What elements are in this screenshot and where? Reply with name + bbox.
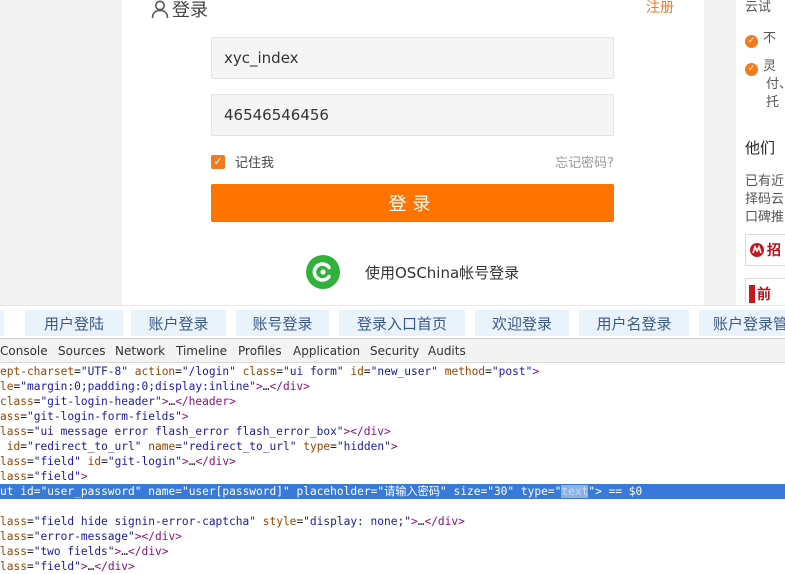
right-panel-para-line-1: 已有近 bbox=[745, 174, 785, 189]
login-title-text: 登录 bbox=[172, 0, 208, 21]
bank-logo-icon bbox=[750, 243, 764, 257]
keyword-tag[interactable]: 用户登陆 bbox=[25, 310, 123, 336]
code-line[interactable]: ept-charset="UTF-8" action="/login" clas… bbox=[0, 364, 785, 379]
code-line[interactable]: lass="field hide signin-error-captcha" s… bbox=[0, 514, 785, 529]
oschina-login-label: 使用OSChina帐号登录 bbox=[365, 263, 520, 282]
tab-profiles[interactable]: Profiles bbox=[238, 344, 282, 358]
keyword-tag[interactable]: 账户登录 bbox=[131, 310, 226, 336]
remember-me[interactable]: ✓ 记住我 bbox=[211, 152, 274, 171]
devtools-tab-bar: Console Sources Network Timeline Profile… bbox=[0, 339, 785, 363]
keyword-tag[interactable]: 账户登录管 bbox=[699, 310, 785, 336]
tab-console[interactable]: Console bbox=[0, 344, 48, 358]
register-link[interactable]: 注册 bbox=[646, 0, 674, 17]
oschina-logo-icon bbox=[306, 255, 340, 289]
code-line[interactable]: lass="ui message error flash_error flash… bbox=[0, 424, 785, 439]
code-line[interactable]: lass="error-message"></div> bbox=[0, 529, 785, 544]
code-line[interactable]: lass="field"> bbox=[0, 469, 785, 484]
code-line[interactable] bbox=[0, 499, 785, 514]
code-line[interactable]: lass="field">…</div> bbox=[0, 559, 785, 574]
code-line[interactable]: lass="field" id="git-login">…</div> bbox=[0, 454, 785, 469]
check-circle-icon: ✓ bbox=[745, 35, 758, 48]
right-panel-item-1: ✓ 不 bbox=[745, 27, 776, 48]
right-panel-top-text: 云试 bbox=[745, 0, 772, 15]
forgot-password-link[interactable]: 忘记密码? bbox=[555, 152, 614, 171]
tab-timeline[interactable]: Timeline bbox=[176, 344, 227, 358]
password-input[interactable]: 46546546456 bbox=[211, 94, 614, 136]
tab-audits[interactable]: Audits bbox=[428, 344, 466, 358]
selected-code-line[interactable]: ut id="user_password" name="user[passwor… bbox=[0, 484, 785, 499]
page-background: 登录 注册 xyc_index 46546546456 ✓ 记住我 忘记密码? … bbox=[0, 0, 785, 305]
keyword-tag[interactable]: 用户名登录 bbox=[579, 310, 689, 336]
right-panel-item-2-line2: 付、 bbox=[766, 77, 785, 92]
code-line[interactable]: class="git-login-header">…</header> bbox=[0, 394, 785, 409]
right-panel-item-2-line3: 托 bbox=[766, 95, 780, 110]
login-panel: 登录 注册 xyc_index 46546546456 ✓ 记住我 忘记密码? … bbox=[122, 0, 704, 305]
partner-logo-mark-icon bbox=[749, 285, 755, 303]
code-line[interactable]: ass="git-login-form-fields"> bbox=[0, 409, 785, 424]
keyword-strip: 用户登陆 账户登录 账号登录 登录入口首页 欢迎登录 用户名登录 账户登录管 bbox=[0, 305, 785, 338]
devtools-panel: Console Sources Network Timeline Profile… bbox=[0, 338, 785, 574]
partner-logo-1: 招 bbox=[745, 234, 785, 266]
tab-application[interactable]: Application bbox=[293, 344, 360, 358]
username-input[interactable]: xyc_index bbox=[211, 37, 614, 79]
right-panel-heading: 他们 bbox=[745, 139, 776, 157]
partner-logo-2: 前 bbox=[745, 278, 785, 305]
login-title: 登录 bbox=[150, 0, 208, 22]
tab-security[interactable]: Security bbox=[370, 344, 419, 358]
right-panel-para-line-2: 择码云 bbox=[745, 192, 785, 207]
right-info-panel: 云试 ✓不 ✓灵 付、 托 他们 已有近 择码云 口碑推 招 前 bbox=[736, 0, 785, 305]
oschina-login-link[interactable]: 使用OSChina帐号登录 bbox=[306, 255, 519, 289]
keyword-tag-partial[interactable] bbox=[0, 310, 4, 336]
right-panel-para-line-3: 口碑推 bbox=[745, 210, 785, 225]
keyword-tag[interactable]: 登录入口首页 bbox=[339, 310, 465, 336]
login-button[interactable]: 登录 bbox=[211, 184, 614, 222]
tab-network[interactable]: Network bbox=[115, 344, 165, 358]
user-icon bbox=[150, 0, 170, 19]
check-circle-icon: ✓ bbox=[745, 63, 758, 76]
tab-sources[interactable]: Sources bbox=[58, 344, 105, 358]
code-line[interactable]: lass="two fields">…</div> bbox=[0, 544, 785, 559]
remember-checkbox[interactable]: ✓ bbox=[211, 154, 225, 169]
remember-label: 记住我 bbox=[235, 156, 275, 171]
keyword-tag[interactable]: 账号登录 bbox=[236, 310, 329, 336]
code-line[interactable]: le="margin:0;padding:0;display:inline">…… bbox=[0, 379, 785, 394]
code-line[interactable]: id="redirect_to_url" name="redirect_to_u… bbox=[0, 439, 785, 454]
keyword-tag[interactable]: 欢迎登录 bbox=[475, 310, 569, 336]
